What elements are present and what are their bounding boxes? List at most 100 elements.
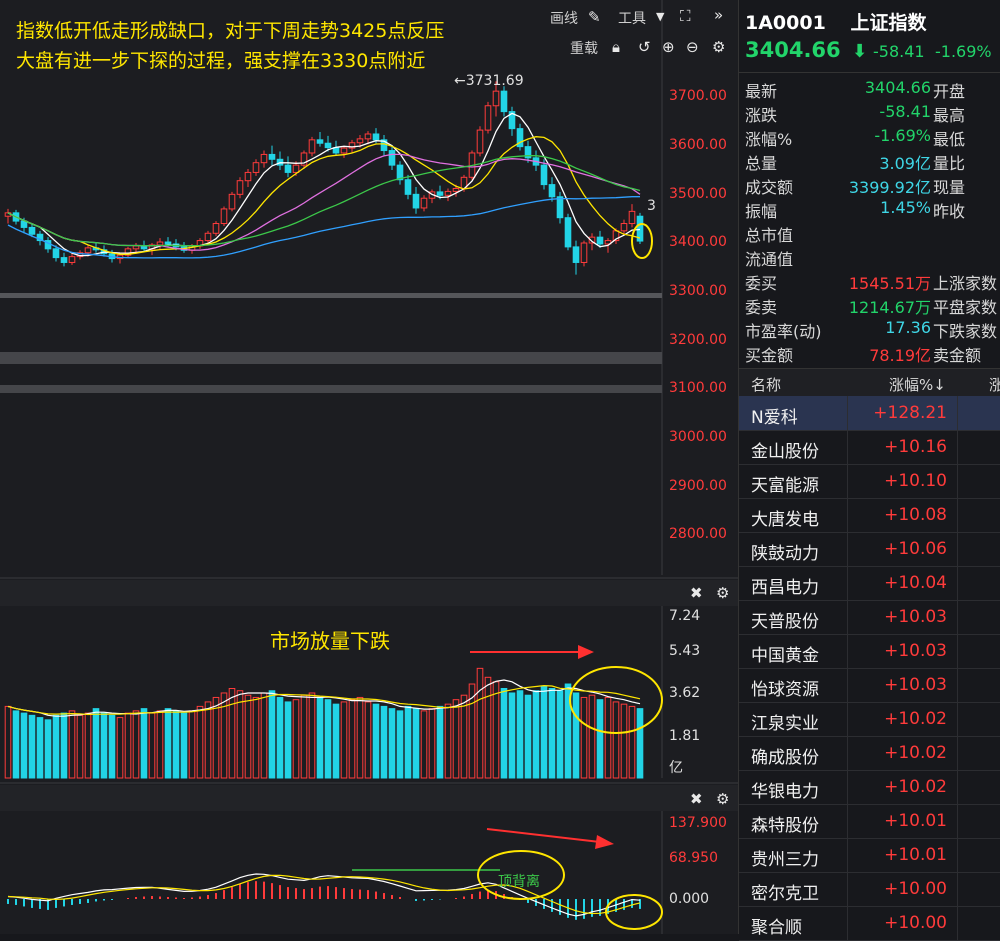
undo-icon[interactable]: ↺ [638,39,651,55]
quote-value: 1214.67万 [848,298,931,317]
volume-bar [484,676,492,779]
stock-list-row[interactable]: 华银电力 +10.02 [739,770,1000,805]
volume-bar [44,719,52,779]
kline-chart-area[interactable]: 画线 ✎ 工具 ▼ ⛶ » 重载 🔒︎ ↺ ⊕ ⊖ ⚙ 指数低开低走形成缺口，对… [0,0,740,934]
gear-icon[interactable]: ⚙ [716,584,729,602]
volume-bar [332,703,340,779]
volume-bar [428,708,436,779]
candle-body [252,162,260,173]
quote-label-secondary: 平盘家数 [933,298,998,317]
stock-name: 天普股份 [751,612,819,632]
quote-label-secondary: 下跌家数 [933,322,998,341]
stock-list-row[interactable]: 江泉实业 +10.02 [739,702,1000,737]
column-divider [957,464,958,498]
stock-list-row[interactable]: 天富能源 +10.10 [739,464,1000,499]
draw-line-button[interactable]: 画线 [550,8,578,28]
price-axis-label: 2900.00 [669,478,727,494]
zoom-in-icon[interactable]: ⊕ [662,39,675,55]
stock-list-row[interactable]: 确成股份 +10.02 [739,736,1000,771]
stock-list-row[interactable]: 大唐发电 +10.08 [739,498,1000,533]
candle-body [260,153,268,164]
stock-list-row[interactable]: 森特股份 +10.01 [739,804,1000,839]
column-name-header[interactable]: 名称 [751,374,781,395]
price-axis-label: 3300.00 [669,283,727,299]
pencil-icon[interactable]: ✎ [588,9,601,25]
gear-icon[interactable]: ⚙ [716,790,729,808]
volume-bar [540,685,548,779]
gear-icon[interactable]: ⚙ [712,39,725,55]
volume-bar [588,694,596,779]
price-axis-label: 2800.00 [669,526,727,542]
volume-bar [308,692,316,779]
quote-label: 涨跌 [745,106,778,125]
candle-body [500,90,508,113]
index-change-pct: -1.69% [935,42,992,61]
column-divider [957,600,958,634]
stock-list-row[interactable]: 西昌电力 +10.04 [739,566,1000,601]
volume-bar [116,717,124,779]
stock-list-row[interactable]: 中国黄金 +10.03 [739,634,1000,669]
column-divider [957,532,958,566]
candle-body [356,138,364,144]
quote-label: 成交额 [745,178,794,197]
volume-bar [124,712,132,779]
column-divider [957,702,958,736]
stock-list-row[interactable]: 贵州三力 +10.01 [739,838,1000,873]
high-price-marker: ←3731.69 [454,73,524,89]
candle-body [540,164,548,186]
quote-row: 振幅 1.45% 昨收 [745,198,1000,222]
stock-pct: +10.03 [884,641,947,661]
column-pct-header[interactable]: 涨幅%↓ [889,374,946,395]
fullscreen-icon[interactable]: ⛶ [680,8,691,24]
stock-pct: +10.06 [884,539,947,559]
volume-bar [76,714,84,779]
close-icon[interactable]: ✖ [690,584,703,602]
volume-bar [396,710,404,779]
volume-bar [476,667,484,779]
volume-bar [356,696,364,779]
volume-bar [140,708,148,779]
stock-list-row[interactable]: 聚合顺 +10.00 [739,906,1000,941]
tools-menu-button[interactable]: 工具 [618,8,646,28]
candle-body [388,150,396,166]
stock-pct: +10.02 [884,777,947,797]
volume-bar [204,701,212,779]
stock-list-row[interactable]: 密尔克卫 +10.00 [739,872,1000,907]
quote-row: 涨幅% -1.69% 最低 [745,126,1000,150]
column-extra-header[interactable]: 涨 [989,374,1000,395]
stock-list-row[interactable]: 陕鼓动力 +10.06 [739,532,1000,567]
stock-list-row[interactable]: 金山股份 +10.16 [739,430,1000,465]
stock-name: 天富能源 [751,476,819,496]
kline-chart-svg[interactable] [0,0,740,934]
quote-value: -1.69% [874,126,931,145]
macd-panel-header-bg [0,785,740,811]
trend-arrow-head [578,645,594,659]
quote-row: 总市值 [745,222,1000,246]
quote-row: 最新 3404.66 开盘 [745,78,1000,102]
reload-button[interactable]: 重载 [570,38,598,58]
lock-icon[interactable]: 🔒︎ [612,39,620,55]
stock-list-row[interactable]: 怡球资源 +10.03 [739,668,1000,703]
volume-bar [452,699,460,779]
price-axis-label: 3400.00 [669,234,727,250]
close-icon[interactable]: ✖ [690,790,703,808]
column-divider [957,430,958,464]
volume-bar [436,705,444,779]
price-axis-label: 3100.00 [669,380,727,396]
stock-pct: +10.00 [884,879,947,899]
double-chevron-icon[interactable]: » [714,7,723,23]
stock-list-row[interactable]: 天普股份 +10.03 [739,600,1000,635]
zoom-out-icon[interactable]: ⊖ [686,39,699,55]
column-divider [957,906,958,940]
stock-pct: +10.04 [884,573,947,593]
stock-pct: +10.02 [884,743,947,763]
caret-down-icon[interactable]: ▼ [656,9,664,25]
stock-list-row[interactable]: N爱科 +128.21 [739,396,1000,431]
candle-body [492,90,500,107]
stock-name: N爱科 [751,408,798,428]
price-axis-label: 3700.00 [669,88,727,104]
column-divider [957,804,958,838]
quote-label: 总量 [745,154,778,173]
volume-bar [132,710,140,779]
volume-axis-label: 3.62 [669,685,701,701]
